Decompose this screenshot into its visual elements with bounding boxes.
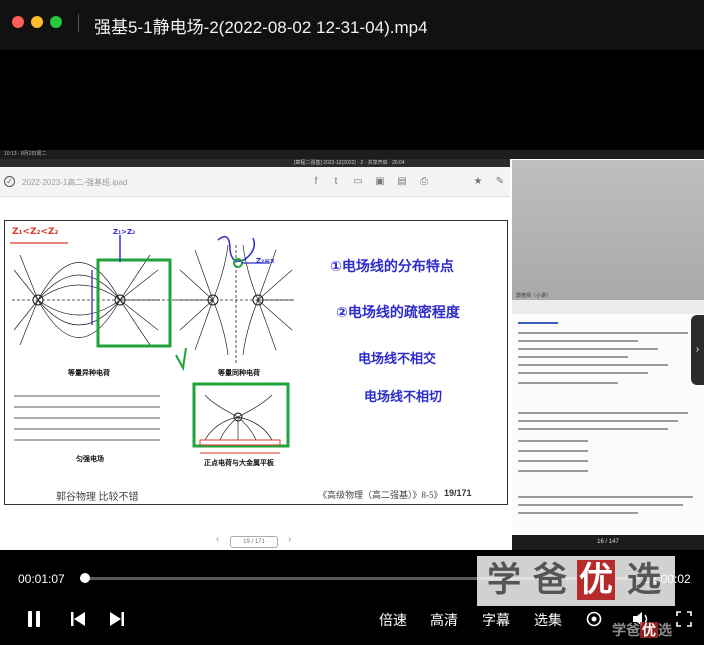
watermark-char: 优 (577, 560, 615, 600)
side-doc-line (518, 420, 678, 422)
side-doc-line (518, 470, 588, 472)
watermark-char: 爸 (533, 560, 567, 600)
page-indicator[interactable]: 19 / 171 (230, 536, 278, 548)
handwriting-line-1: ①电场线的分布特点 (330, 259, 454, 275)
previous-icon[interactable] (70, 612, 86, 626)
episodes-button[interactable]: 选集 (534, 610, 562, 630)
maximize-button[interactable] (50, 16, 62, 28)
side-doc-line (518, 412, 688, 414)
side-doc-line (518, 460, 588, 462)
watermark-char: 学 (487, 560, 521, 600)
side-doc-line (518, 450, 588, 452)
watermark-char: 选 (627, 560, 661, 600)
side-panel-toggle-icon[interactable]: › (691, 315, 704, 385)
annotation-x: Z₂=x (256, 257, 275, 265)
pause-button[interactable] (27, 611, 41, 627)
title-bar: 强基5-1静电场-2(2022-08-02 12-31-04).mp4 (0, 0, 704, 50)
camera-name: 郭老师（小讲） (516, 293, 552, 299)
side-doc-line (518, 440, 588, 442)
quality-button[interactable]: 高清 (430, 610, 458, 630)
side-doc-line (518, 372, 648, 374)
side-document-header (512, 300, 704, 314)
close-button[interactable] (12, 16, 24, 28)
subtitles-button[interactable]: 字幕 (482, 610, 510, 630)
teacher-camera: 郭老师（小讲） (512, 160, 704, 300)
figure-label-2: 等量同种电荷 (218, 370, 260, 377)
settings-icon[interactable] (586, 611, 602, 627)
side-doc-line (518, 496, 693, 498)
annotation-top: Z₁>Z₂ (113, 228, 136, 236)
side-doc-line (518, 364, 668, 366)
handwriting-line-2: ②电场线的疏密程度 (336, 305, 460, 321)
watermark-logo: 学 爸 优 选 (477, 556, 675, 606)
handwriting-line-3: 电场线不相交 (358, 352, 437, 367)
speed-button[interactable]: 倍速 (379, 610, 407, 630)
side-document (512, 300, 704, 535)
watermark-small: 学爸优选 (612, 622, 672, 638)
side-doc-line (518, 340, 638, 342)
next-page-icon[interactable]: › (288, 534, 291, 545)
progress-knob[interactable] (80, 573, 91, 583)
slide-footer-right: 《高级物理（高二强基）》8-5》 (318, 490, 443, 500)
title-divider (78, 14, 79, 32)
window-title: 强基5-1静电场-2(2022-08-02 12-31-04).mp4 (94, 18, 428, 37)
side-doc-line (518, 428, 668, 430)
side-page-indicator: 16 / 147 (512, 535, 704, 550)
side-doc-title (518, 322, 558, 324)
handwriting-line-4: 电场线不相切 (364, 390, 443, 405)
side-doc-line (518, 504, 683, 506)
figure-label-4: 正点电荷与大金属平板 (204, 460, 274, 467)
figure-label-3: 匀强电场 (76, 456, 104, 463)
side-doc-line (518, 356, 628, 358)
prev-page-icon[interactable]: ‹ (216, 534, 219, 545)
side-doc-line (518, 348, 658, 350)
side-doc-line (518, 382, 618, 384)
slide-page-number: 19/171 (444, 488, 472, 498)
slide-footer-left: 郭谷物理 比较不错 (56, 492, 139, 503)
figure-label-1: 等量异种电荷 (68, 370, 110, 377)
side-status-bar (510, 150, 704, 159)
side-doc-line (518, 512, 638, 514)
minimize-button[interactable] (31, 16, 43, 28)
current-time: 00:01:07 (18, 572, 65, 586)
side-doc-line (518, 332, 688, 334)
inequality-annotation: Z₁<Z₂<Z₂ (12, 227, 59, 237)
video-frame[interactable]: 10:13 · 8月2日周二 [章程二强基] 2022-12(2022) · 2… (0, 150, 704, 550)
next-icon[interactable] (109, 612, 125, 626)
